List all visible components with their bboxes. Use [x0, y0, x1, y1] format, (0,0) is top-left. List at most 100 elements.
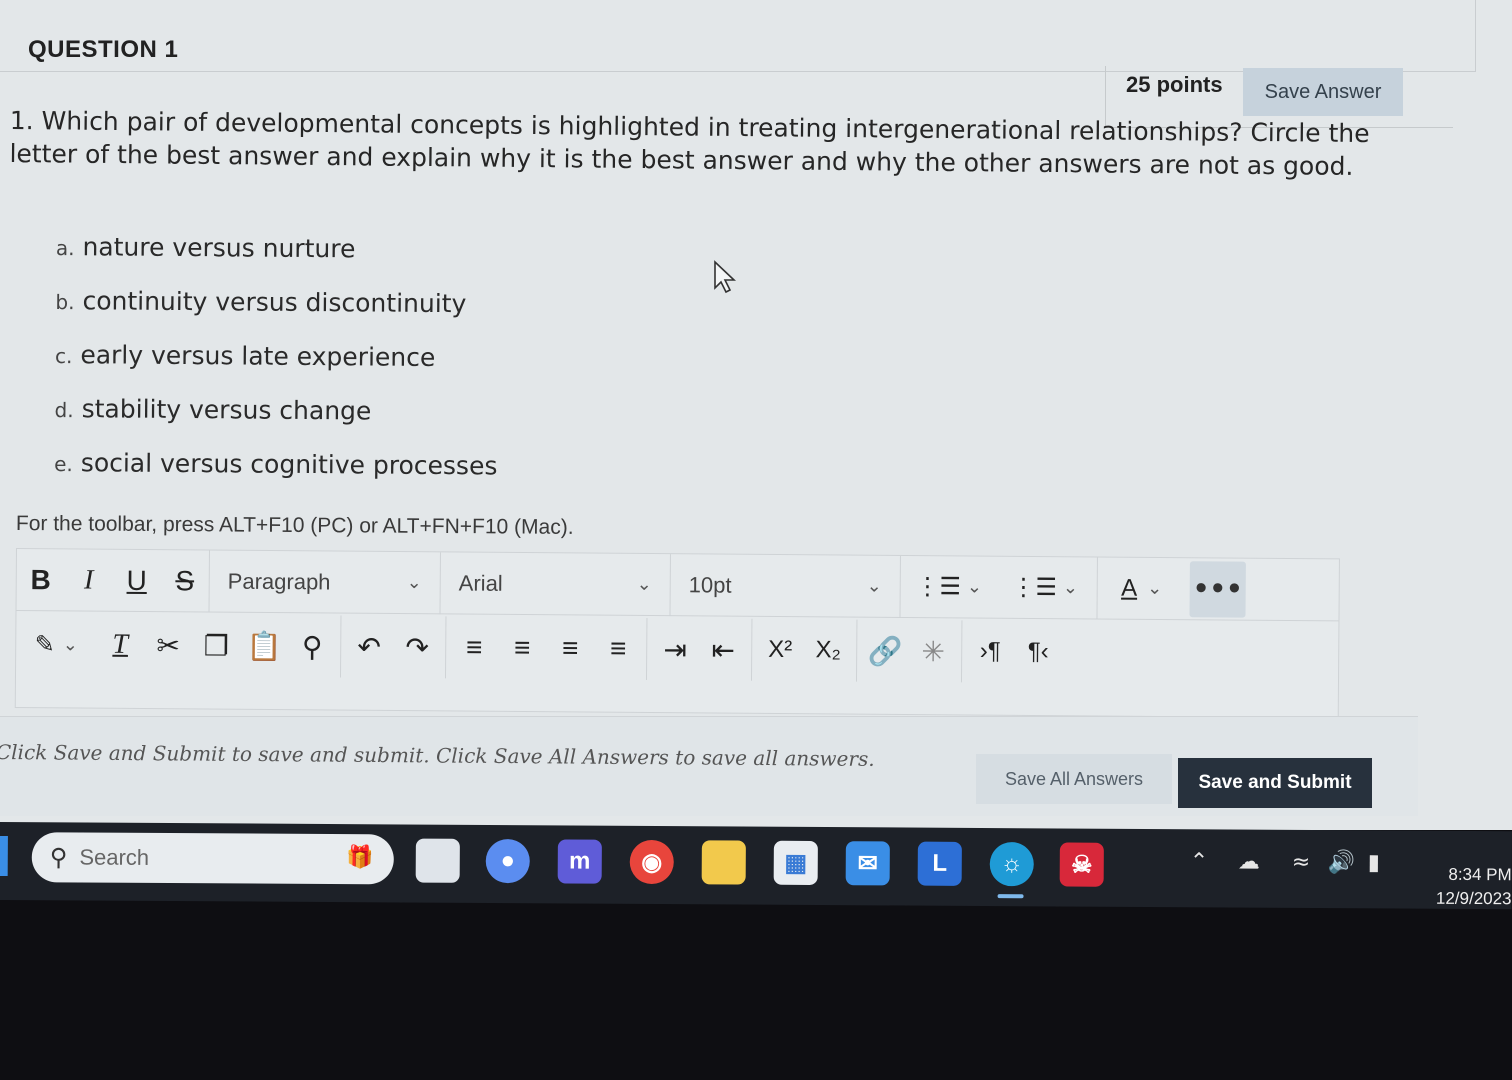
numbered-list-icon: ⋮☰ — [1011, 573, 1058, 602]
numbered-list-button[interactable]: ⋮☰ ⌄ — [997, 562, 1093, 613]
strikethrough-button[interactable]: S — [161, 556, 209, 606]
align-center-icon: ≡ — [513, 631, 531, 664]
align-left-button[interactable]: ≡ — [450, 622, 498, 672]
chevron-down-icon: ⌄ — [1062, 577, 1079, 598]
bullet-list-button[interactable]: ⋮☰ ⌄ — [901, 561, 997, 612]
toolbar-divider — [645, 617, 648, 680]
undo-icon: ↶ — [357, 631, 382, 663]
unlink-icon: ✳ — [921, 635, 946, 667]
chrome-icon[interactable]: ◉ — [629, 839, 674, 885]
font-family-value: Arial — [458, 569, 503, 596]
remove-link-button[interactable]: ✳ — [909, 626, 957, 676]
file-explorer-icon[interactable] — [701, 840, 746, 885]
text-color-icon: A — [1121, 574, 1138, 602]
system-clock[interactable]: 8:34 PM 12/9/2023 — [1419, 863, 1512, 912]
font-size-value: 10pt — [688, 571, 732, 598]
link-icon: 🔗 — [867, 635, 903, 667]
indent-icon: ⇥ — [663, 633, 688, 665]
search-icon: ⚲ — [301, 630, 323, 662]
align-right-button[interactable]: ≡ — [546, 623, 594, 673]
find-button[interactable]: ⚲ — [288, 621, 336, 671]
redo-icon: ↷ — [405, 631, 430, 663]
toolbar-row-2: ✎ ⌄ T ✂ ❐ 📋 ⚲ ↶ ↷ ≡ ≡ ≡ ≡ ⇥ ⇤ X² X₂ 🔗 ✳ ›… — [16, 613, 1338, 685]
question-text: 1. Which pair of developmental concepts … — [9, 105, 1370, 181]
clear-formatting-button[interactable]: T — [96, 620, 144, 670]
mcafee-icon[interactable]: ☠ — [1059, 842, 1104, 887]
underline-button[interactable]: U — [113, 555, 161, 605]
chevron-up-icon[interactable]: ⌃ — [1190, 849, 1209, 874]
battery-icon[interactable]: ▮ — [1368, 850, 1380, 875]
rtl-button[interactable]: ¶‹ — [1014, 627, 1062, 677]
toolbar-divider — [750, 618, 753, 681]
subscript-button[interactable]: X₂ — [804, 625, 852, 675]
justify-icon: ≡ — [609, 632, 627, 664]
bold-button[interactable]: B — [17, 555, 65, 605]
m-app-icon[interactable]: m — [557, 839, 602, 884]
l-app-icon[interactable]: L — [917, 841, 962, 886]
align-left-icon: ≡ — [465, 631, 483, 663]
undo-button[interactable]: ↶ — [345, 622, 393, 672]
scissors-icon: ✂ — [156, 629, 181, 661]
clear-formatting-icon: T — [112, 628, 129, 660]
highlight-color-button[interactable]: ✎ ⌄ — [16, 619, 96, 670]
paste-button[interactable]: 📋 — [240, 621, 288, 671]
chevron-down-icon: ⌄ — [966, 576, 983, 597]
option-c: c. early versus late experience — [54, 340, 436, 372]
save-all-answers-button[interactable]: Save All Answers — [976, 754, 1172, 804]
save-answer-button[interactable]: Save Answer — [1243, 68, 1403, 116]
chat-icon[interactable]: ● — [485, 838, 530, 884]
start-button[interactable] — [0, 835, 8, 877]
clipboard-icon: 📋 — [246, 630, 282, 662]
chevron-down-icon: ⌄ — [406, 572, 422, 593]
align-right-icon: ≡ — [561, 632, 579, 664]
indent-button[interactable]: ⇥ — [651, 624, 699, 674]
copy-button[interactable]: ❐ — [192, 620, 240, 670]
font-size-dropdown[interactable]: 10pt ⌄ — [670, 553, 901, 618]
wifi-icon[interactable]: ≈ — [1292, 850, 1311, 875]
option-e: e. social versus cognitive processes — [54, 448, 498, 481]
mail-icon[interactable]: ✉ — [845, 841, 890, 886]
active-app-indicator — [997, 894, 1024, 899]
align-center-button[interactable]: ≡ — [498, 623, 546, 673]
block-format-dropdown[interactable]: Paragraph ⌄ — [208, 550, 441, 614]
outdent-button[interactable]: ⇤ — [699, 624, 747, 674]
browser-content: QUESTION 1 25 points Save Answer 1. Whic… — [0, 0, 1512, 830]
chevron-down-icon: ⌄ — [62, 633, 78, 654]
windows-taskbar: ⚲ Search 🎁 ● m ◉ ▦ ✉ L ☼ ☠ ⌃ ☁ ≈ 🔊 ▮ 8:3… — [0, 822, 1512, 912]
outdent-icon: ⇤ — [711, 633, 736, 666]
font-family-dropdown[interactable]: Arial ⌄ — [440, 551, 671, 616]
volume-icon[interactable]: 🔊 — [1328, 850, 1356, 875]
taskbar-search[interactable]: ⚲ Search 🎁 — [31, 832, 394, 885]
question-title: QUESTION 1 — [28, 36, 179, 63]
italic-button[interactable]: I — [65, 555, 113, 605]
toolbar-divider — [1096, 556, 1098, 619]
search-icon: ⚲ — [49, 843, 68, 871]
toolbar-divider — [339, 615, 342, 678]
text-color-button[interactable]: A ⌄ — [1102, 563, 1182, 614]
superscript-button[interactable]: X² — [756, 625, 804, 675]
cloud-icon[interactable]: ☁ — [1238, 850, 1260, 875]
insert-link-button[interactable]: 🔗 — [861, 626, 909, 676]
toolbar-divider — [960, 620, 963, 683]
store-icon[interactable]: ▦ — [773, 840, 818, 885]
points-label: 25 points — [1126, 72, 1223, 97]
cut-button[interactable]: ✂ — [144, 620, 192, 670]
question-frame — [0, 0, 1476, 72]
clock-date: 12/9/2023 — [1435, 888, 1512, 909]
toolbar-hint: For the toolbar, press ALT+F10 (PC) or A… — [15, 512, 574, 539]
editor-toolbar: B I U S Paragraph ⌄ Arial ⌄ 10pt ⌄ ⋮☰ ⌄ ⋮… — [14, 548, 1340, 719]
toolbar-row-1: B I U S Paragraph ⌄ Arial ⌄ 10pt ⌄ ⋮☰ ⌄ ⋮… — [16, 549, 1339, 622]
more-options-button[interactable]: ••• — [1189, 560, 1246, 618]
copy-icon: ❐ — [203, 629, 229, 662]
ltr-button[interactable]: ›¶ — [966, 626, 1014, 676]
option-d: d. stability versus change — [54, 394, 372, 426]
save-and-submit-button[interactable]: Save and Submit — [1178, 758, 1372, 808]
redo-button[interactable]: ↷ — [393, 622, 441, 672]
justify-button[interactable]: ≡ — [594, 624, 642, 674]
chevron-down-icon: ⌄ — [636, 573, 652, 594]
edge-icon[interactable]: ☼ — [989, 842, 1034, 887]
option-a: a. nature versus nurture — [55, 232, 356, 264]
task-view-icon[interactable] — [415, 838, 460, 883]
block-format-value: Paragraph — [227, 568, 331, 594]
bullet-list-icon: ⋮☰ — [915, 573, 962, 601]
